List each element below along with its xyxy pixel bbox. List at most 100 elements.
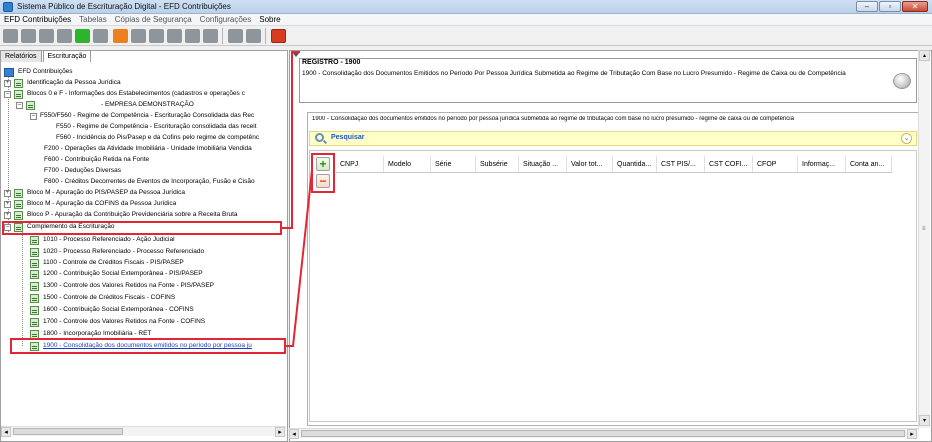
menu-tabelas[interactable]: Tabelas xyxy=(79,15,107,24)
search-icon[interactable] xyxy=(315,133,324,142)
copy-icon[interactable] xyxy=(149,29,164,43)
column-header[interactable]: Subsérie xyxy=(476,156,519,172)
column-header[interactable]: Informaç... xyxy=(798,156,846,172)
tab-escrituracao[interactable]: Escrituração xyxy=(42,50,92,62)
scroll-right-arrow[interactable]: ▸ xyxy=(275,427,285,437)
expand-icon[interactable]: + xyxy=(4,79,11,87)
register-icon xyxy=(30,247,39,257)
save-all-icon[interactable] xyxy=(246,29,261,43)
edit-icon[interactable] xyxy=(39,29,54,43)
tree-root[interactable]: EFD Contribuições xyxy=(4,67,73,77)
column-header[interactable]: CST COFI... xyxy=(705,156,753,172)
tree-item-label: Bloco P - Apuração da Contribuição Previ… xyxy=(27,211,238,218)
scroll-thumb[interactable] xyxy=(13,428,123,435)
report-icon[interactable] xyxy=(167,29,182,43)
maximize-button[interactable]: ▫ xyxy=(879,1,901,12)
scroll-up-arrow[interactable]: ▴ xyxy=(919,50,930,61)
chevron-down-icon[interactable]: ⌄ xyxy=(901,133,912,144)
collapse-icon[interactable]: – xyxy=(30,112,37,120)
tree-item-f600[interactable]: F600 - Contribuição Retida na Fonte xyxy=(44,155,149,165)
save-icon[interactable] xyxy=(228,29,243,43)
sign-icon[interactable] xyxy=(93,29,108,43)
tree-item-1020[interactable]: 1020 - Processo Referenciado - Processo … xyxy=(30,247,204,257)
scroll-left-arrow[interactable]: ◂ xyxy=(289,429,299,439)
tree-item-1500[interactable]: 1500 - Controle de Créditos Fiscais - CO… xyxy=(30,293,175,303)
register-title: REGISTRO - 1900 xyxy=(302,59,361,66)
tree-item-1100[interactable]: 1100 - Controle de Créditos Fiscais - PI… xyxy=(30,258,184,268)
column-header[interactable]: Situação ... xyxy=(519,156,567,172)
tree-item-blocos-0-f[interactable]: – Blocos 0 e F - Informações dos Estabel… xyxy=(4,89,245,99)
grid-header: CNPJ Modelo Série Subsérie Situação ... … xyxy=(336,156,892,173)
menu-configuracoes[interactable]: Configurações xyxy=(200,15,252,24)
expand-icon[interactable]: + xyxy=(4,211,11,219)
tree-item-1300[interactable]: 1300 - Controle dos Valores Retidos na F… xyxy=(30,281,214,291)
close-button[interactable]: ✕ xyxy=(902,1,928,12)
tree-item-bloco-m-pis[interactable]: + Bloco M - Apuração do PIS/PASEP da Pes… xyxy=(4,188,185,198)
scroll-right-arrow[interactable]: ▸ xyxy=(907,429,917,439)
new-file-icon[interactable] xyxy=(3,29,18,43)
column-header[interactable]: Série xyxy=(431,156,476,172)
validate-icon[interactable] xyxy=(75,29,90,43)
register-icon xyxy=(30,317,39,327)
tree-item-identificacao[interactable]: + Identificação da Pessoa Jurídica xyxy=(4,78,121,88)
collapse-icon[interactable] xyxy=(292,52,300,57)
tree-item-label: F550/F560 - Regime de Competência - Escr… xyxy=(40,112,255,119)
tree-item-empresa[interactable]: – - EMPRESA DEMONSTRAÇÃO xyxy=(16,100,194,110)
expand-icon[interactable]: + xyxy=(4,189,11,197)
tree-item-f700[interactable]: F700 - Deduções Diversas xyxy=(44,166,121,176)
delete-icon[interactable] xyxy=(113,29,128,43)
scroll-grip: ≡ xyxy=(922,226,926,232)
expand-icon[interactable]: + xyxy=(4,200,11,208)
scroll-down-arrow[interactable]: ▾ xyxy=(919,415,930,426)
tree-item-label: 1200 - Contribuição Social Extemporânea … xyxy=(43,270,203,277)
column-header[interactable]: Modelo xyxy=(384,156,431,172)
tree-item-f550[interactable]: F550 - Regime de Competência - Escritura… xyxy=(56,122,257,132)
column-header[interactable]: Valor tot... xyxy=(567,156,613,172)
tree-item-f550-f560[interactable]: – F550/F560 - Regime de Competência - Es… xyxy=(30,111,254,121)
import-icon[interactable] xyxy=(21,29,36,43)
search-label[interactable]: Pesquisar xyxy=(331,134,364,141)
stop-icon[interactable] xyxy=(271,29,286,43)
tree-item-bloco-p[interactable]: + Bloco P - Apuração da Contribuição Pre… xyxy=(4,210,238,220)
search-bar[interactable] xyxy=(309,131,917,146)
print-icon[interactable] xyxy=(131,29,146,43)
column-header[interactable]: Quantida... xyxy=(613,156,657,172)
scroll-thumb[interactable] xyxy=(301,430,905,437)
bookmark-icon[interactable] xyxy=(203,29,218,43)
column-header[interactable]: CFOP xyxy=(753,156,798,172)
right-horizontal-scrollbar[interactable]: ◂ ▸ xyxy=(289,428,919,439)
column-header[interactable]: CST PIS/... xyxy=(657,156,705,172)
tree-item-f560[interactable]: F560 - Incidência do Pis/Pasep e da Cofi… xyxy=(56,133,259,143)
tree-item-1700[interactable]: 1700 - Controle dos Valores Retidos na F… xyxy=(30,317,205,327)
tree-item-1010[interactable]: 1010 - Processo Referenciado - Ação Judi… xyxy=(30,235,175,245)
records-grid xyxy=(309,150,917,422)
highlight-1900 xyxy=(10,338,286,354)
tree-item-bloco-m-cofins[interactable]: + Bloco M - Apuração da COFINS da Pessoa… xyxy=(4,199,176,209)
collapse-icon[interactable]: – xyxy=(16,101,23,109)
register-icon xyxy=(26,100,35,110)
column-header[interactable]: Conta an... xyxy=(846,156,892,172)
minimize-button[interactable]: – xyxy=(856,1,878,12)
register-icon xyxy=(30,293,39,303)
menu-efd-contribuicoes[interactable]: EFD Contribuições xyxy=(4,15,71,24)
tree-item-f800[interactable]: F800 - Créditos Decorrentes de Eventos d… xyxy=(44,177,255,187)
remove-record-button[interactable]: − xyxy=(316,174,330,188)
mail-icon[interactable] xyxy=(185,29,200,43)
menu-sobre[interactable]: Sobre xyxy=(259,15,280,24)
menu-copias-seguranca[interactable]: Cópias de Segurança xyxy=(115,15,192,24)
scroll-left-arrow[interactable]: ◂ xyxy=(1,427,11,437)
right-vertical-scrollbar[interactable]: ▴ ≡ ▾ xyxy=(918,50,930,428)
settings-icon[interactable] xyxy=(57,29,72,43)
register-icon xyxy=(30,235,39,245)
tab-relatorios[interactable]: Relatórios xyxy=(0,50,42,62)
add-record-button[interactable]: + xyxy=(316,157,330,171)
column-header[interactable]: CNPJ xyxy=(336,156,384,172)
tree-item-1600[interactable]: 1600 - Contribuição Social Extemporânea … xyxy=(30,305,194,315)
tree-item-label: 1300 - Controle dos Valores Retidos na F… xyxy=(43,282,215,289)
register-icon xyxy=(30,258,39,268)
tree-item-f200[interactable]: F200 - Operações da Atividade Imobiliári… xyxy=(44,144,252,154)
folder-icon xyxy=(4,67,14,77)
left-horizontal-scrollbar[interactable]: ◂ ▸ xyxy=(1,426,286,437)
collapse-icon[interactable]: – xyxy=(4,90,11,98)
tree-item-1200[interactable]: 1200 - Contribuição Social Extemporânea … xyxy=(30,269,203,279)
